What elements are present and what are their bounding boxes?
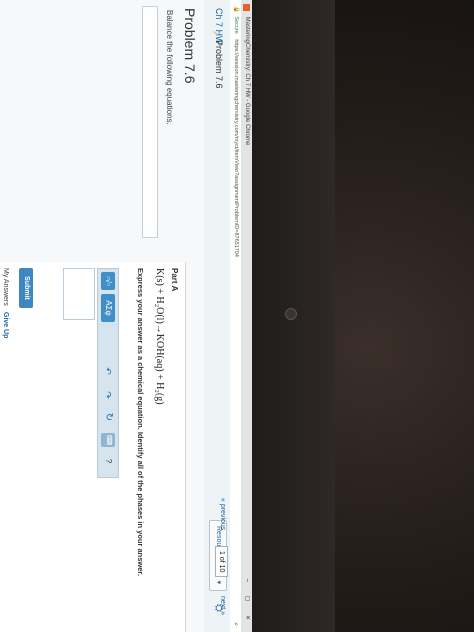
browser-window: MasteringChemistry: Ch 7 HW - Google Chr… (0, 0, 252, 632)
problem-instructions: Balance the following equations. (165, 10, 174, 125)
problem-pager: « previous 1 of 10 next » (206, 474, 230, 632)
problem-title: Problem 7.6 (182, 8, 198, 84)
answer-toolbar: ▫√▫ ΑΣφ ↶ ↷ ↻ ⌨ ? (97, 268, 119, 478)
url-text[interactable]: https://session.masteringchemistry.com/m… (233, 39, 239, 257)
address-bar[interactable]: 🔒 Secure https://session.masteringchemis… (229, 0, 241, 632)
part-a-panel: Part A K(s) + H₂O(l)→KOH(aq) + H₂(g) Exp… (0, 262, 186, 632)
previous-link[interactable]: « previous (219, 498, 226, 530)
answer-prompt: Express your answer as a chemical equati… (136, 268, 145, 577)
breadcrumb-separator: › (208, 30, 228, 36)
chemical-equation: K(s) + H₂O(l)→KOH(aq) + H₂(g) (154, 268, 165, 405)
webcam (285, 308, 297, 320)
window-controls[interactable]: – ▢ ✕ (241, 579, 252, 626)
undo-icon[interactable]: ↶ (101, 365, 115, 377)
window-title: MasteringChemistry: Ch 7 HW - Google Chr… (244, 16, 250, 146)
answer-input[interactable] (63, 268, 95, 320)
template-button[interactable]: ▫√▫ (101, 272, 115, 290)
keyboard-icon[interactable]: ⌨ (101, 433, 115, 447)
submit-button[interactable]: Submit (19, 268, 33, 308)
favicon-icon (243, 4, 250, 11)
instructions-box (142, 6, 158, 238)
lock-icon: 🔒 (233, 6, 239, 13)
part-label: Part A (170, 268, 179, 292)
give-up-link[interactable]: Give Up (2, 312, 9, 338)
redo-icon[interactable]: ↷ (101, 389, 115, 401)
next-link[interactable]: next » (219, 596, 226, 615)
secure-label: Secure (233, 16, 239, 34)
symbols-button[interactable]: ΑΣφ (101, 294, 115, 322)
problem-count[interactable]: 1 of 10 (215, 546, 228, 578)
zoom-icon[interactable]: ⌕ (230, 622, 241, 626)
breadcrumb-current: Problem 7.6 (214, 40, 224, 89)
my-answers-label: My Answers (2, 268, 9, 306)
window-titlebar: MasteringChemistry: Ch 7 HW - Google Chr… (241, 0, 252, 632)
problem-content: Problem 7.6 Balance the following equati… (0, 0, 204, 632)
reset-icon[interactable]: ↻ (101, 411, 115, 423)
help-icon[interactable]: ? (101, 455, 115, 467)
